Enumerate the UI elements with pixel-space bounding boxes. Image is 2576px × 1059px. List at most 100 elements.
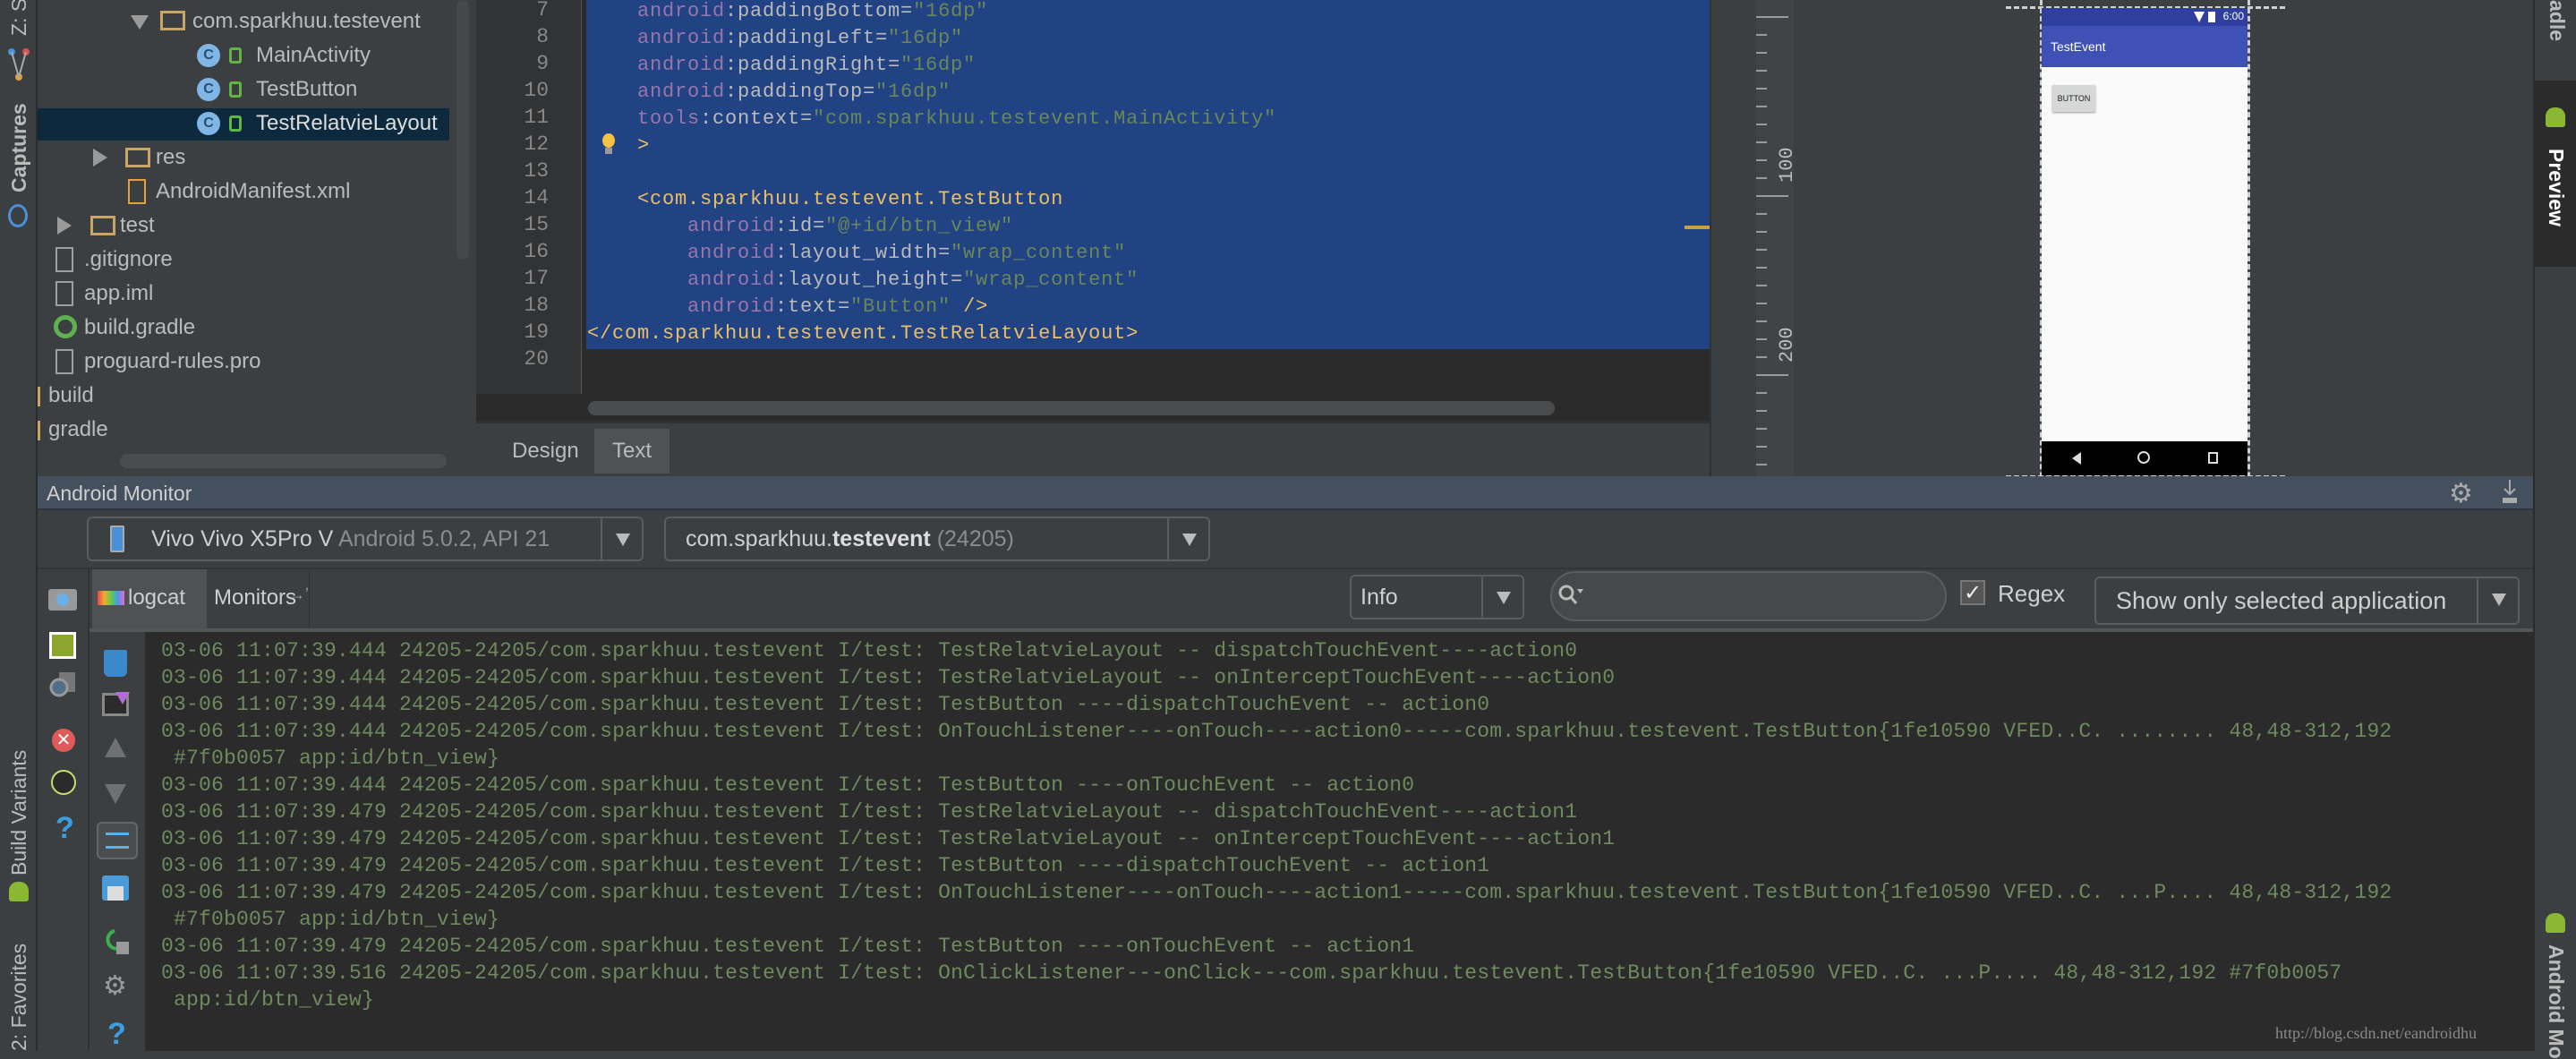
code-token: android <box>637 0 726 22</box>
ruler-label: 100 <box>1776 147 1798 183</box>
hide-panel-icon[interactable] <box>2501 480 2519 505</box>
status-bar: 6:00 <box>2042 8 2248 26</box>
ruler-tick <box>1756 16 1788 18</box>
clear-logcat-trash-icon[interactable] <box>104 650 127 677</box>
tree-item-gradle[interactable]: gradle <box>48 413 108 447</box>
lightbulb-icon[interactable] <box>601 132 616 156</box>
preview-tab-label: Preview <box>2545 149 2568 226</box>
log-line: #7f0b0057 app:id/btn_view} <box>161 747 500 770</box>
expand-arrow-icon[interactable] <box>93 149 107 167</box>
tree-item-build[interactable]: build <box>48 379 94 413</box>
watermark: http://blog.csdn.net/eandroidhu <box>2275 1024 2477 1042</box>
up-arrow-icon[interactable] <box>105 738 126 757</box>
log-line: 03-06 11:07:39.444 24205-24205/com.spark… <box>161 720 2393 743</box>
code-line: android:layout_height="wrap_content" <box>687 267 1139 294</box>
regex-label: Regex <box>1998 580 2066 607</box>
down-arrow-icon[interactable] <box>105 784 126 804</box>
gear-icon[interactable]: ⚙ <box>2449 478 2473 509</box>
preview-button[interactable]: BUTTON <box>2052 85 2095 112</box>
layout-inspector-icon[interactable] <box>48 672 77 703</box>
dropdown-arrow-icon[interactable] <box>1481 576 1523 618</box>
line-number: 7 <box>536 0 549 21</box>
back-icon <box>2072 452 2081 465</box>
tree-item-testbutton[interactable]: TestButton <box>256 73 357 107</box>
tree-item-app-iml[interactable]: app.iml <box>84 277 153 311</box>
code-token: :paddingTop= <box>725 81 876 103</box>
tab-logcat[interactable]: logcat <box>92 569 207 628</box>
tree-horizontal-scrollbar[interactable] <box>120 454 447 468</box>
tree-item-test[interactable]: test <box>120 209 155 243</box>
tree-item-manifest[interactable]: AndroidManifest.xml <box>156 175 350 209</box>
tab-monitors[interactable]: Monitors →ʼ <box>207 569 310 628</box>
tab-text[interactable]: Text <box>594 429 670 474</box>
settings-gear-icon[interactable]: ⚙ <box>103 970 127 1002</box>
code-token: <com.sparkhuu.testevent.TestButton <box>637 188 1064 210</box>
code-token: android <box>687 242 776 264</box>
gradle-tab[interactable]: adle <box>2545 0 2569 41</box>
regex-checkbox[interactable]: ✓ <box>1960 580 1985 605</box>
phone-icon <box>110 525 124 552</box>
code-line: android:paddingBottom="16dp" <box>637 0 988 25</box>
tree-item-package[interactable]: com.sparkhuu.testevent <box>192 4 421 38</box>
search-icon[interactable] <box>1557 584 1584 611</box>
build-variants-tab[interactable]: Build Variants <box>7 750 31 875</box>
dropdown-arrow-icon[interactable] <box>601 518 642 559</box>
log-line: 03-06 11:07:39.479 24205-24205/com.spark… <box>161 935 1415 958</box>
editor-horizontal-scrollbar[interactable] <box>588 401 1555 415</box>
tree-item-mainactivity[interactable]: MainActivity <box>256 38 371 73</box>
log-line: 03-06 11:07:39.444 24205-24205/com.spark… <box>161 639 1578 662</box>
device-select[interactable]: Vivo Vivo X5Pro V Android 5.0.2, API 21 <box>87 517 644 561</box>
structure-tab[interactable]: Z: S <box>7 0 31 36</box>
process-select[interactable]: com.sparkhuu.testevent (24205) <box>664 517 1210 561</box>
tree-item-res[interactable]: res <box>156 141 185 175</box>
dropdown-arrow-icon[interactable] <box>1167 518 1208 559</box>
tree-item-build-gradle[interactable]: build.gradle <box>84 311 195 345</box>
tab-design[interactable]: Design <box>494 429 598 474</box>
pin-icon[interactable]: →ʼ <box>289 585 309 604</box>
log-search-input[interactable] <box>1550 571 1947 621</box>
print-icon[interactable] <box>102 875 129 901</box>
help-icon[interactable]: ? <box>55 811 74 846</box>
gradle-icon <box>54 315 77 338</box>
system-info-icon[interactable] <box>51 770 76 795</box>
logcat-icon <box>98 591 124 605</box>
logcat-output[interactable]: 03-06 11:07:39.444 24205-24205/com.spark… <box>145 632 2533 1051</box>
preview-tab[interactable]: Preview <box>2535 81 2576 267</box>
android-monitor-tab[interactable]: Android Mo <box>2544 944 2568 1059</box>
ruler-tick <box>1756 374 1788 376</box>
log-level-select[interactable]: Info <box>1350 575 1524 619</box>
error-stripe-marker[interactable] <box>1685 226 1710 229</box>
tree-item-gitignore[interactable]: .gitignore <box>84 243 173 277</box>
ruler-tick <box>1756 320 1767 322</box>
expand-arrow-icon[interactable] <box>57 217 72 235</box>
dropdown-arrow-icon[interactable] <box>2477 578 2518 623</box>
line-number: 11 <box>524 106 549 129</box>
tree-item-proguard[interactable]: proguard-rules.pro <box>84 345 260 379</box>
screenshot-camera-icon[interactable] <box>48 589 77 611</box>
left-tool-strip: Z: S Captures Build Variants 2: Favorite… <box>0 0 38 1051</box>
android-monitor-header: Android Monitor ⚙ <box>38 476 2533 510</box>
ruler-tick <box>1756 446 1767 448</box>
code-token: android <box>687 215 776 237</box>
help-icon[interactable]: ? <box>107 1017 126 1052</box>
ruler-tick <box>1756 338 1767 340</box>
filter-select[interactable]: Show only selected application <box>2094 576 2520 625</box>
ruler-tick <box>1756 303 1767 304</box>
log-line: 03-06 11:07:39.444 24205-24205/com.spark… <box>161 693 1490 716</box>
restart-icon[interactable] <box>102 927 129 954</box>
tree-vertical-scrollbar[interactable] <box>456 0 469 260</box>
code-token: android <box>687 295 776 318</box>
expand-arrow-icon[interactable] <box>131 15 149 30</box>
favorites-tab[interactable]: 2: Favorites <box>7 944 31 1051</box>
line-number: 17 <box>524 267 549 290</box>
code-token: </com.sparkhuu.testevent.TestRelatvieLay… <box>587 322 1139 345</box>
code-line: android:layout_width="wrap_content" <box>687 240 1126 267</box>
ruler-tick <box>1756 88 1767 90</box>
screen-record-icon[interactable] <box>49 632 76 659</box>
captures-tab[interactable]: Captures <box>7 103 31 192</box>
tree-item-testrelatvielayout[interactable]: TestRelatvieLayout <box>256 107 438 141</box>
soft-wrap-icon[interactable] <box>97 822 138 859</box>
code-editor[interactable]: 7 8 9 10 11 12 13 14 15 16 17 18 19 20 android:paddin… <box>476 0 1710 421</box>
scroll-to-end-icon[interactable] <box>102 692 130 716</box>
terminate-icon[interactable]: ✕ <box>52 729 75 752</box>
